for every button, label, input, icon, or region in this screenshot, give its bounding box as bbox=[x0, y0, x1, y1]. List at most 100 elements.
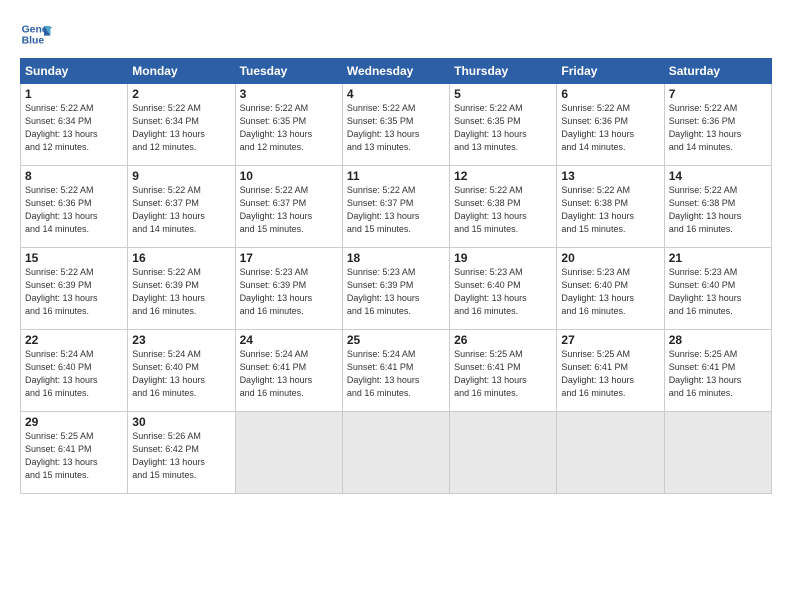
calendar-table: SundayMondayTuesdayWednesdayThursdayFrid… bbox=[20, 58, 772, 494]
day-number: 23 bbox=[132, 333, 230, 347]
day-number: 4 bbox=[347, 87, 445, 101]
day-cell: 9 Sunrise: 5:22 AMSunset: 6:37 PMDayligh… bbox=[128, 166, 235, 248]
day-cell: 18 Sunrise: 5:23 AMSunset: 6:39 PMDaylig… bbox=[342, 248, 449, 330]
day-number: 22 bbox=[25, 333, 123, 347]
header-row: General Blue bbox=[20, 18, 772, 50]
day-cell: 30 Sunrise: 5:26 AMSunset: 6:42 PMDaylig… bbox=[128, 412, 235, 494]
day-number: 16 bbox=[132, 251, 230, 265]
day-info: Sunrise: 5:23 AMSunset: 6:40 PMDaylight:… bbox=[561, 267, 634, 316]
day-info: Sunrise: 5:24 AMSunset: 6:41 PMDaylight:… bbox=[240, 349, 313, 398]
day-cell: 13 Sunrise: 5:22 AMSunset: 6:38 PMDaylig… bbox=[557, 166, 664, 248]
day-number: 12 bbox=[454, 169, 552, 183]
day-info: Sunrise: 5:22 AMSunset: 6:37 PMDaylight:… bbox=[347, 185, 420, 234]
header-tuesday: Tuesday bbox=[235, 59, 342, 84]
day-info: Sunrise: 5:24 AMSunset: 6:40 PMDaylight:… bbox=[132, 349, 205, 398]
day-info: Sunrise: 5:22 AMSunset: 6:39 PMDaylight:… bbox=[132, 267, 205, 316]
day-info: Sunrise: 5:23 AMSunset: 6:39 PMDaylight:… bbox=[347, 267, 420, 316]
day-cell: 11 Sunrise: 5:22 AMSunset: 6:37 PMDaylig… bbox=[342, 166, 449, 248]
day-number: 1 bbox=[25, 87, 123, 101]
day-info: Sunrise: 5:22 AMSunset: 6:37 PMDaylight:… bbox=[240, 185, 313, 234]
day-number: 24 bbox=[240, 333, 338, 347]
day-info: Sunrise: 5:22 AMSunset: 6:34 PMDaylight:… bbox=[132, 103, 205, 152]
day-info: Sunrise: 5:22 AMSunset: 6:35 PMDaylight:… bbox=[240, 103, 313, 152]
day-number: 21 bbox=[669, 251, 767, 265]
day-cell: 29 Sunrise: 5:25 AMSunset: 6:41 PMDaylig… bbox=[21, 412, 128, 494]
day-info: Sunrise: 5:25 AMSunset: 6:41 PMDaylight:… bbox=[561, 349, 634, 398]
day-cell: 24 Sunrise: 5:24 AMSunset: 6:41 PMDaylig… bbox=[235, 330, 342, 412]
header-row-days: SundayMondayTuesdayWednesdayThursdayFrid… bbox=[21, 59, 772, 84]
day-info: Sunrise: 5:22 AMSunset: 6:36 PMDaylight:… bbox=[561, 103, 634, 152]
day-info: Sunrise: 5:23 AMSunset: 6:39 PMDaylight:… bbox=[240, 267, 313, 316]
day-cell: 28 Sunrise: 5:25 AMSunset: 6:41 PMDaylig… bbox=[664, 330, 771, 412]
day-cell: 25 Sunrise: 5:24 AMSunset: 6:41 PMDaylig… bbox=[342, 330, 449, 412]
day-info: Sunrise: 5:24 AMSunset: 6:41 PMDaylight:… bbox=[347, 349, 420, 398]
day-number: 8 bbox=[25, 169, 123, 183]
day-info: Sunrise: 5:23 AMSunset: 6:40 PMDaylight:… bbox=[669, 267, 742, 316]
day-number: 5 bbox=[454, 87, 552, 101]
day-cell: 27 Sunrise: 5:25 AMSunset: 6:41 PMDaylig… bbox=[557, 330, 664, 412]
day-number: 7 bbox=[669, 87, 767, 101]
day-info: Sunrise: 5:25 AMSunset: 6:41 PMDaylight:… bbox=[25, 431, 98, 480]
day-cell bbox=[664, 412, 771, 494]
day-cell: 15 Sunrise: 5:22 AMSunset: 6:39 PMDaylig… bbox=[21, 248, 128, 330]
day-cell bbox=[235, 412, 342, 494]
day-info: Sunrise: 5:22 AMSunset: 6:35 PMDaylight:… bbox=[454, 103, 527, 152]
day-cell: 4 Sunrise: 5:22 AMSunset: 6:35 PMDayligh… bbox=[342, 84, 449, 166]
day-cell: 6 Sunrise: 5:22 AMSunset: 6:36 PMDayligh… bbox=[557, 84, 664, 166]
day-number: 25 bbox=[347, 333, 445, 347]
day-cell: 22 Sunrise: 5:24 AMSunset: 6:40 PMDaylig… bbox=[21, 330, 128, 412]
week-row-2: 15 Sunrise: 5:22 AMSunset: 6:39 PMDaylig… bbox=[21, 248, 772, 330]
day-cell: 14 Sunrise: 5:22 AMSunset: 6:38 PMDaylig… bbox=[664, 166, 771, 248]
day-cell: 17 Sunrise: 5:23 AMSunset: 6:39 PMDaylig… bbox=[235, 248, 342, 330]
page: General Blue SundayMondayTuesdayWednesda… bbox=[0, 0, 792, 612]
week-row-1: 8 Sunrise: 5:22 AMSunset: 6:36 PMDayligh… bbox=[21, 166, 772, 248]
svg-text:Blue: Blue bbox=[22, 36, 45, 47]
header-monday: Monday bbox=[128, 59, 235, 84]
day-cell: 7 Sunrise: 5:22 AMSunset: 6:36 PMDayligh… bbox=[664, 84, 771, 166]
day-number: 26 bbox=[454, 333, 552, 347]
day-cell: 16 Sunrise: 5:22 AMSunset: 6:39 PMDaylig… bbox=[128, 248, 235, 330]
day-cell: 8 Sunrise: 5:22 AMSunset: 6:36 PMDayligh… bbox=[21, 166, 128, 248]
day-info: Sunrise: 5:22 AMSunset: 6:35 PMDaylight:… bbox=[347, 103, 420, 152]
week-row-0: 1 Sunrise: 5:22 AMSunset: 6:34 PMDayligh… bbox=[21, 84, 772, 166]
day-cell: 21 Sunrise: 5:23 AMSunset: 6:40 PMDaylig… bbox=[664, 248, 771, 330]
day-number: 28 bbox=[669, 333, 767, 347]
day-number: 14 bbox=[669, 169, 767, 183]
day-info: Sunrise: 5:25 AMSunset: 6:41 PMDaylight:… bbox=[454, 349, 527, 398]
day-info: Sunrise: 5:22 AMSunset: 6:38 PMDaylight:… bbox=[561, 185, 634, 234]
day-number: 11 bbox=[347, 169, 445, 183]
day-number: 30 bbox=[132, 415, 230, 429]
day-cell: 20 Sunrise: 5:23 AMSunset: 6:40 PMDaylig… bbox=[557, 248, 664, 330]
day-info: Sunrise: 5:22 AMSunset: 6:34 PMDaylight:… bbox=[25, 103, 98, 152]
day-info: Sunrise: 5:22 AMSunset: 6:36 PMDaylight:… bbox=[669, 103, 742, 152]
day-cell: 3 Sunrise: 5:22 AMSunset: 6:35 PMDayligh… bbox=[235, 84, 342, 166]
day-number: 15 bbox=[25, 251, 123, 265]
day-number: 18 bbox=[347, 251, 445, 265]
day-cell: 10 Sunrise: 5:22 AMSunset: 6:37 PMDaylig… bbox=[235, 166, 342, 248]
day-number: 9 bbox=[132, 169, 230, 183]
day-cell bbox=[342, 412, 449, 494]
day-number: 6 bbox=[561, 87, 659, 101]
day-number: 19 bbox=[454, 251, 552, 265]
day-number: 13 bbox=[561, 169, 659, 183]
day-cell: 5 Sunrise: 5:22 AMSunset: 6:35 PMDayligh… bbox=[450, 84, 557, 166]
day-info: Sunrise: 5:22 AMSunset: 6:36 PMDaylight:… bbox=[25, 185, 98, 234]
day-info: Sunrise: 5:22 AMSunset: 6:38 PMDaylight:… bbox=[669, 185, 742, 234]
day-cell bbox=[557, 412, 664, 494]
day-info: Sunrise: 5:22 AMSunset: 6:39 PMDaylight:… bbox=[25, 267, 98, 316]
day-number: 2 bbox=[132, 87, 230, 101]
week-row-4: 29 Sunrise: 5:25 AMSunset: 6:41 PMDaylig… bbox=[21, 412, 772, 494]
day-cell: 2 Sunrise: 5:22 AMSunset: 6:34 PMDayligh… bbox=[128, 84, 235, 166]
header-saturday: Saturday bbox=[664, 59, 771, 84]
day-info: Sunrise: 5:23 AMSunset: 6:40 PMDaylight:… bbox=[454, 267, 527, 316]
header-friday: Friday bbox=[557, 59, 664, 84]
day-info: Sunrise: 5:22 AMSunset: 6:37 PMDaylight:… bbox=[132, 185, 205, 234]
day-cell: 19 Sunrise: 5:23 AMSunset: 6:40 PMDaylig… bbox=[450, 248, 557, 330]
day-cell: 26 Sunrise: 5:25 AMSunset: 6:41 PMDaylig… bbox=[450, 330, 557, 412]
day-number: 20 bbox=[561, 251, 659, 265]
day-number: 17 bbox=[240, 251, 338, 265]
header-wednesday: Wednesday bbox=[342, 59, 449, 84]
logo: General Blue bbox=[20, 18, 52, 50]
week-row-3: 22 Sunrise: 5:24 AMSunset: 6:40 PMDaylig… bbox=[21, 330, 772, 412]
day-cell: 12 Sunrise: 5:22 AMSunset: 6:38 PMDaylig… bbox=[450, 166, 557, 248]
